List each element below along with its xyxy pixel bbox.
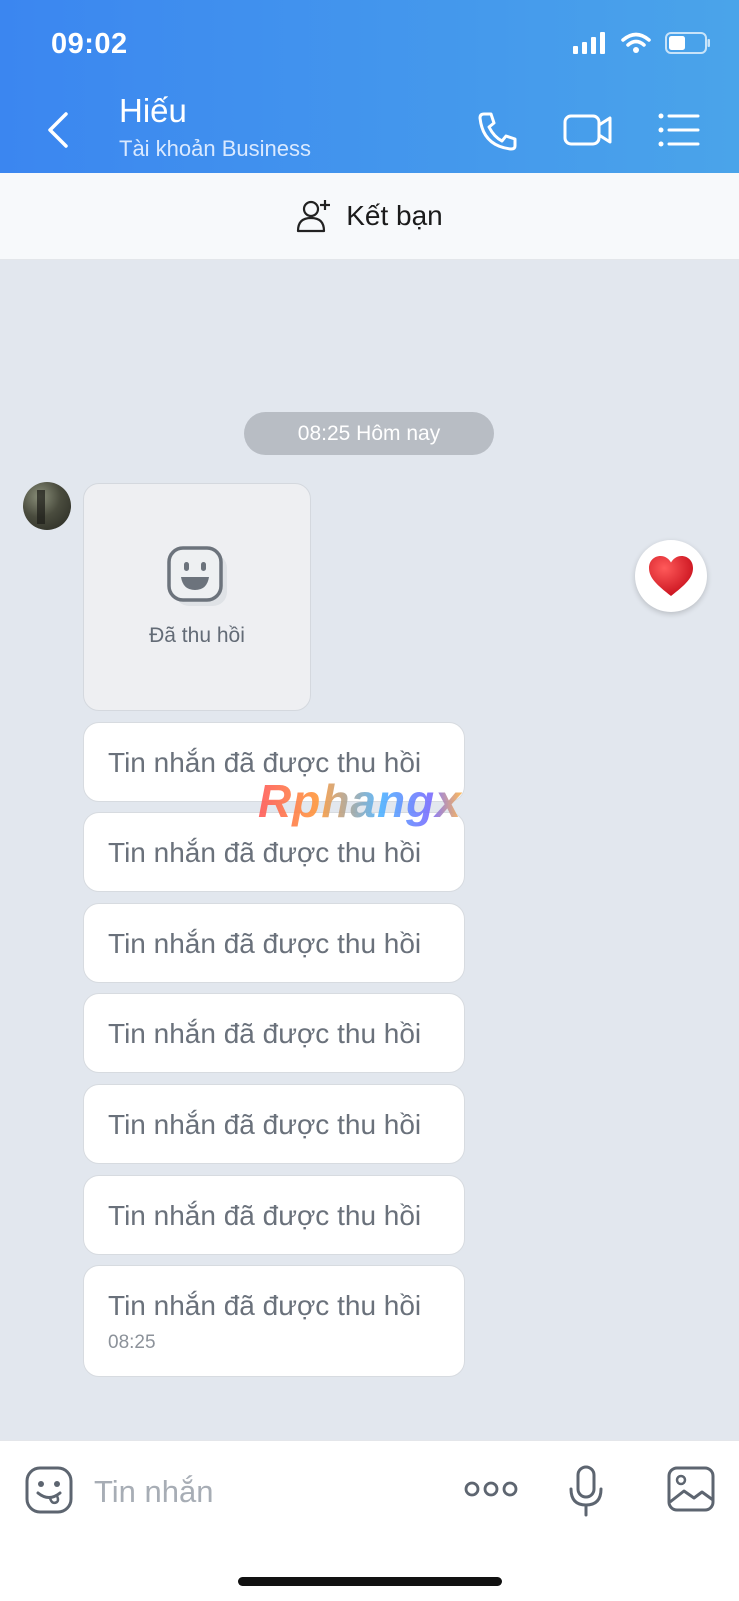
chat-header: 09:02 Hiếu Tài khoản Business — [0, 0, 739, 173]
avatar[interactable] — [23, 482, 71, 530]
add-friend-button[interactable]: Kết bạn — [0, 173, 739, 260]
home-indicator — [238, 1577, 502, 1586]
revoked-sticker-icon — [167, 546, 227, 606]
battery-icon — [665, 32, 710, 54]
message-bubble[interactable]: Tin nhắn đã được thu hồi — [83, 993, 465, 1073]
reaction-button[interactable] — [635, 540, 707, 612]
video-call-icon[interactable] — [562, 108, 614, 152]
message-bubble[interactable]: Tin nhắn đã được thu hồi — [83, 1175, 465, 1255]
revoked-media-label: Đã thu hồi — [149, 624, 245, 647]
contact-name[interactable]: Hiếu — [119, 92, 187, 130]
date-separator: 08:25 Hôm nay — [244, 412, 494, 455]
add-friend-icon — [297, 200, 331, 233]
message-bubble[interactable]: Tin nhắn đã được thu hồi 08:25 — [83, 1265, 465, 1377]
message-text: Tin nhắn đã được thu hồi — [108, 928, 422, 959]
microphone-icon[interactable] — [568, 1465, 604, 1517]
message-bubble[interactable]: Tin nhắn đã được thu hồi — [83, 903, 465, 983]
cellular-signal-icon — [573, 32, 605, 54]
back-button[interactable] — [38, 108, 78, 152]
menu-list-icon[interactable] — [656, 108, 702, 152]
emoji-icon[interactable] — [24, 1465, 74, 1515]
account-type-label: Tài khoản Business — [119, 136, 311, 161]
status-time: 09:02 — [51, 28, 128, 60]
message-text: Tin nhắn đã được thu hồi — [108, 1018, 422, 1049]
message-text: Tin nhắn đã được thu hồi — [108, 1200, 422, 1231]
message-text: Tin nhắn đã được thu hồi — [108, 1109, 422, 1140]
message-input[interactable] — [92, 1467, 426, 1517]
add-friend-label: Kết bạn — [346, 200, 443, 231]
message-bubble[interactable]: Tin nhắn đã được thu hồi — [83, 1084, 465, 1164]
watermark: Rphangx — [258, 775, 462, 827]
image-picker-icon[interactable] — [666, 1465, 716, 1513]
message-composer — [0, 1440, 739, 1601]
voice-call-icon[interactable] — [474, 108, 520, 152]
message-text: Tin nhắn đã được thu hồi — [108, 1290, 422, 1321]
heart-icon — [649, 556, 693, 596]
status-icons — [573, 32, 711, 54]
revoked-media-card[interactable]: Đã thu hồi — [83, 483, 311, 711]
more-options-icon[interactable] — [464, 1474, 518, 1504]
wifi-icon — [621, 32, 651, 53]
